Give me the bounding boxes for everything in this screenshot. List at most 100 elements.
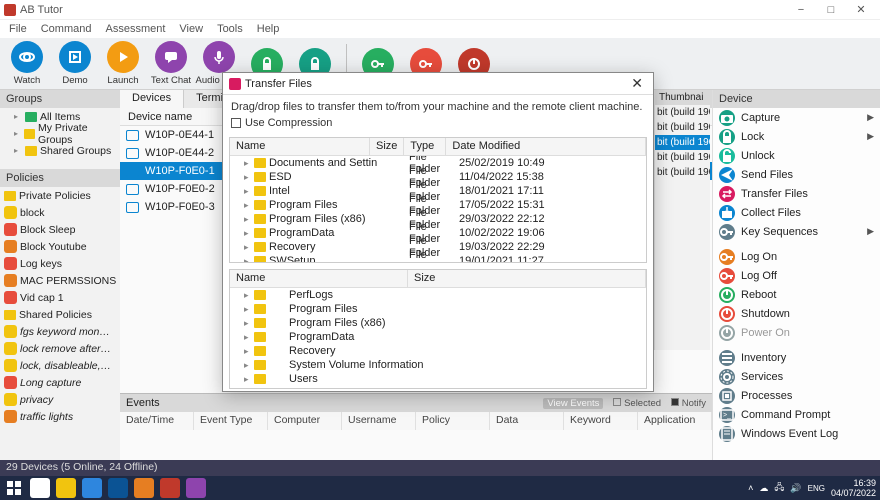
events-col[interactable]: Username — [342, 412, 416, 430]
policy-item[interactable]: lock, disableable,… — [0, 357, 120, 374]
local-file-list[interactable]: ▸PerfLogs▸Program Files▸Program Files (x… — [230, 288, 646, 388]
policy-item[interactable]: fgs keyword mon… — [0, 323, 120, 340]
file-row[interactable]: ▸Program Files — [230, 302, 646, 316]
left-sidebar: Groups ▸All Items▸My Private Groups▸Shar… — [0, 90, 120, 460]
policy-item[interactable]: lock remove after… — [0, 340, 120, 357]
group-item[interactable]: ▸My Private Groups — [0, 125, 120, 142]
policy-item[interactable]: Vid cap 1 — [0, 289, 120, 306]
taskbar-app-abtutor[interactable] — [186, 478, 206, 498]
thumbnail-row[interactable]: bit (build 190 — [655, 150, 710, 165]
private-policies-header[interactable]: Private Policies — [0, 187, 120, 204]
minimize-button[interactable]: − — [786, 1, 816, 19]
maximize-button[interactable]: □ — [816, 1, 846, 19]
taskbar-app-search[interactable] — [30, 478, 50, 498]
events-col[interactable]: Data — [490, 412, 564, 430]
thumbnail-row[interactable]: bit (build 190 — [655, 135, 710, 150]
device-action-shutdown[interactable]: Shutdown — [713, 304, 880, 323]
col-name[interactable]: Name — [230, 138, 370, 155]
device-action-command-prompt[interactable]: >_Command Prompt — [713, 405, 880, 424]
device-action-processes[interactable]: Processes — [713, 386, 880, 405]
col-type[interactable]: Type — [404, 138, 446, 155]
start-button[interactable] — [4, 478, 24, 498]
close-button[interactable]: ✕ — [846, 1, 876, 19]
device-action-inventory[interactable]: Inventory — [713, 348, 880, 367]
taskbar-app-outlook[interactable] — [108, 478, 128, 498]
taskbar-app-edge[interactable] — [82, 478, 102, 498]
tray-chevron-up-icon[interactable]: ˄ — [748, 483, 753, 493]
menu-file[interactable]: File — [3, 23, 33, 35]
policy-item[interactable]: Block Sleep — [0, 221, 120, 238]
file-row[interactable]: ▸System Volume Information — [230, 358, 646, 372]
taskbar-app-firefox[interactable] — [134, 478, 154, 498]
policy-item[interactable]: block — [0, 204, 120, 221]
thumbnail-row[interactable]: bit (build 190 — [655, 165, 710, 180]
policy-item[interactable]: Block Youtube — [0, 238, 120, 255]
taskbar-app-opera[interactable] — [160, 478, 180, 498]
file-row[interactable]: ▸ProgramData — [230, 330, 646, 344]
remote-file-list[interactable]: ▸Documents and SettingsFile Folder25/02/… — [230, 156, 646, 262]
device-action-services[interactable]: Services — [713, 367, 880, 386]
dialog-title-bar[interactable]: Transfer Files ✕ — [223, 73, 653, 95]
toolbar-watch-button[interactable]: Watch — [6, 41, 48, 86]
policy-item[interactable]: Long capture — [0, 374, 120, 391]
notify-toggle[interactable]: Notify — [671, 398, 706, 409]
device-action-collect-files[interactable]: Collect Files — [713, 203, 880, 222]
device-action-capture[interactable]: Capture▶ — [713, 108, 880, 127]
tab-devices[interactable]: Devices — [120, 90, 184, 108]
file-row[interactable]: ▸Windows — [230, 386, 646, 388]
file-row[interactable]: ▸Program Files (x86) — [230, 316, 646, 330]
view-events-button[interactable]: View Events — [543, 398, 603, 409]
events-col[interactable]: Keyword — [564, 412, 638, 430]
menu-command[interactable]: Command — [35, 23, 98, 35]
policy-item[interactable]: traffic lights — [0, 408, 120, 425]
device-action-send-files[interactable]: Send Files — [713, 165, 880, 184]
file-row[interactable]: ▸Users — [230, 372, 646, 386]
events-col[interactable]: Application — [638, 412, 712, 430]
file-row[interactable]: ▸SWSetupFile Folder19/01/2021 11:27 — [230, 254, 646, 262]
tray-network-icon[interactable]: 🖧 — [774, 480, 784, 496]
tray-volume-icon[interactable]: 🔊 — [790, 483, 801, 494]
col-date[interactable]: Date Modified — [446, 138, 646, 155]
monitor-icon — [126, 148, 139, 159]
thumbnail-row[interactable]: bit (build 190 — [655, 105, 710, 120]
col-size[interactable]: Size — [370, 138, 404, 155]
menu-help[interactable]: Help — [251, 23, 286, 35]
toolbar-launch-button[interactable]: Launch — [102, 41, 144, 86]
toolbar-textchat-button[interactable]: Text Chat — [150, 41, 192, 86]
device-action-windows-event-log[interactable]: Windows Event Log — [713, 424, 880, 443]
expand-icon: ▸ — [244, 346, 254, 357]
file-row[interactable]: ▸Recovery — [230, 344, 646, 358]
shared-policies-header[interactable]: Shared Policies — [0, 306, 120, 323]
selected-toggle[interactable]: Selected — [613, 398, 661, 409]
tray-lang-icon[interactable]: ENG — [808, 484, 825, 493]
group-item[interactable]: ▸Shared Groups — [0, 142, 120, 159]
device-action-unlock[interactable]: Unlock — [713, 146, 880, 165]
policy-item[interactable]: Log keys — [0, 255, 120, 272]
policy-item[interactable]: privacy — [0, 391, 120, 408]
taskbar-app-explorer[interactable] — [56, 478, 76, 498]
device-action-log-off[interactable]: Log Off — [713, 266, 880, 285]
menu-assessment[interactable]: Assessment — [99, 23, 171, 35]
tray-cloud-icon[interactable]: ☁ — [759, 483, 768, 494]
thumbnail-row[interactable]: bit (build 190 — [655, 120, 710, 135]
taskbar-clock[interactable]: 16:39 04/07/2022 — [831, 478, 876, 498]
toolbar-demo-button[interactable]: Demo — [54, 41, 96, 86]
col-size[interactable]: Size — [408, 270, 646, 287]
device-action-lock[interactable]: Lock▶ — [713, 127, 880, 146]
col-name[interactable]: Name — [230, 270, 408, 287]
menu-tools[interactable]: Tools — [211, 23, 249, 35]
device-action-log-on[interactable]: Log On — [713, 247, 880, 266]
events-col[interactable]: Computer — [268, 412, 342, 430]
transfer-files-dialog: Transfer Files ✕ Drag/drop files to tran… — [222, 72, 654, 392]
device-action-key-sequences[interactable]: Key Sequences▶ — [713, 222, 880, 241]
events-col[interactable]: Date/Time — [120, 412, 194, 430]
dialog-close-button[interactable]: ✕ — [627, 75, 647, 92]
events-col[interactable]: Event Type — [194, 412, 268, 430]
use-compression-checkbox[interactable]: Use Compression — [231, 117, 645, 129]
file-row[interactable]: ▸PerfLogs — [230, 288, 646, 302]
device-action-transfer-files[interactable]: Transfer Files — [713, 184, 880, 203]
device-action-reboot[interactable]: Reboot — [713, 285, 880, 304]
menu-view[interactable]: View — [173, 23, 209, 35]
events-col[interactable]: Policy — [416, 412, 490, 430]
policy-item[interactable]: MAC PERMSSIONS — [0, 272, 120, 289]
